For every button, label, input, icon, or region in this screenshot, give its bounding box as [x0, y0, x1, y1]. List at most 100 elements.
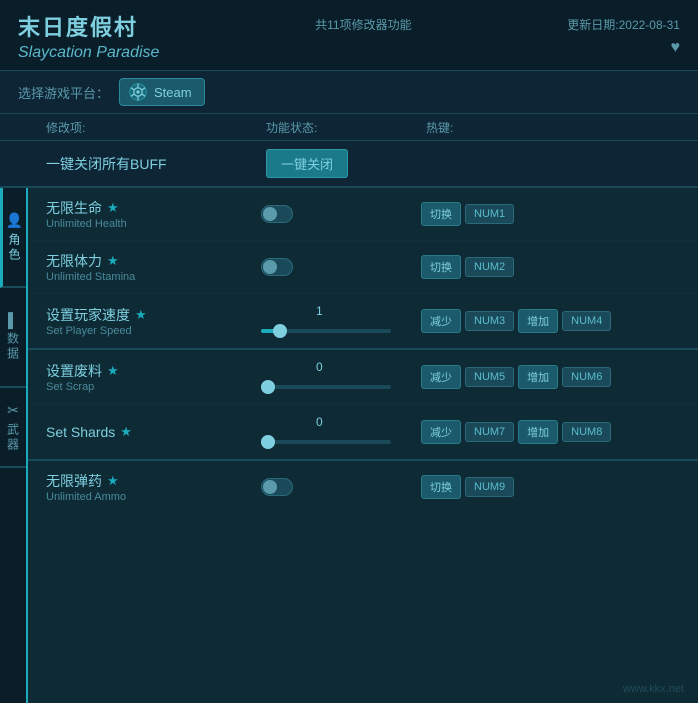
- platform-label: 选择游戏平台：: [18, 83, 109, 102]
- scrap-value: 0: [316, 360, 323, 374]
- shards-num8-btn[interactable]: NUM8: [562, 422, 611, 442]
- shards-value: 0: [316, 415, 323, 429]
- stamina-star-icon: ★: [107, 253, 119, 269]
- mod-ammo-name-cn: 无限弹药 ★: [46, 471, 261, 491]
- scrap-slider[interactable]: [261, 385, 391, 389]
- header-titles: 末日度假村 Slaycation Paradise: [18, 10, 159, 62]
- game-title-cn: 末日度假村: [18, 10, 159, 42]
- mod-row-ammo: 无限弹药 ★ Unlimited Ammo 切换 NUM9: [28, 461, 698, 513]
- col-status-label: 功能状态:: [266, 119, 426, 136]
- steam-label: Steam: [154, 85, 192, 100]
- app-container: 末日度假村 Slaycation Paradise 共11项修改器功能 更新日期…: [0, 0, 698, 703]
- ammo-hotkeys: 切换 NUM9: [421, 475, 680, 499]
- mod-health-name-cn: 无限生命 ★: [46, 198, 261, 218]
- heart-icon[interactable]: ♥: [670, 39, 680, 57]
- speed-slider-container: 1: [261, 304, 421, 338]
- stamina-toggle-knob: [263, 260, 277, 274]
- stamina-num2-btn[interactable]: NUM2: [465, 257, 514, 277]
- data-tab-label: 数据: [5, 332, 22, 362]
- watermark: www.kkx.net: [623, 683, 684, 695]
- mod-scrap-name-cn: 设置废料 ★: [46, 361, 261, 381]
- scrap-increase-btn[interactable]: 增加: [518, 365, 558, 389]
- mod-speed-name-en: Set Player Speed: [46, 325, 261, 337]
- scrap-hotkeys: 减少 NUM5 增加 NUM6: [421, 365, 680, 389]
- shards-decrease-btn[interactable]: 减少: [421, 420, 461, 444]
- sections-wrapper: 👤 角色 ▌ 数据 ✂ 武器 无限生命: [0, 188, 698, 703]
- mod-row-scrap: 设置废料 ★ Set Scrap 0 减少 NUM5 增加 NUM6: [28, 350, 698, 405]
- ammo-toggle-btn[interactable]: 切换: [421, 475, 461, 499]
- health-num1-btn[interactable]: NUM1: [465, 204, 514, 224]
- ammo-toggle[interactable]: [261, 478, 293, 496]
- mod-scrap-name-en: Set Scrap: [46, 381, 261, 393]
- mod-stamina-info: 无限体力 ★ Unlimited Stamina: [46, 251, 261, 283]
- health-star-icon: ★: [107, 200, 119, 216]
- shards-increase-btn[interactable]: 增加: [518, 420, 558, 444]
- health-toggle-btn[interactable]: 切换: [421, 202, 461, 226]
- character-icon: 👤: [6, 212, 23, 229]
- tab-character[interactable]: 👤 角色: [0, 188, 26, 288]
- character-tab-label: 角色: [6, 233, 23, 263]
- update-date: 更新日期:2022-08-31: [567, 16, 680, 33]
- scrap-num6-btn[interactable]: NUM6: [562, 367, 611, 387]
- ammo-num9-btn[interactable]: NUM9: [465, 477, 514, 497]
- mod-row-speed: 设置玩家速度 ★ Set Player Speed 1 减少 NUM3 增加 N…: [28, 294, 698, 348]
- header: 末日度假村 Slaycation Paradise 共11项修改器功能 更新日期…: [0, 0, 698, 71]
- scrap-slider-container: 0: [261, 360, 421, 394]
- health-toggle-knob: [263, 207, 277, 221]
- col-hotkey-label: 热键:: [426, 119, 680, 136]
- speed-slider[interactable]: [261, 329, 391, 333]
- header-meta: 共11项修改器功能: [315, 16, 411, 33]
- stamina-toggle-btn[interactable]: 切换: [421, 255, 461, 279]
- scrap-num5-btn[interactable]: NUM5: [465, 367, 514, 387]
- mod-ammo-name-en: Unlimited Ammo: [46, 491, 261, 503]
- mod-speed-info: 设置玩家速度 ★ Set Player Speed: [46, 305, 261, 337]
- mod-ammo-info: 无限弹药 ★ Unlimited Ammo: [46, 471, 261, 503]
- shards-num7-btn[interactable]: NUM7: [465, 422, 514, 442]
- shards-star-icon: ★: [120, 424, 132, 440]
- scrap-star-icon: ★: [107, 363, 119, 379]
- platform-section: 选择游戏平台： Steam: [0, 71, 698, 114]
- steam-icon: [128, 82, 148, 102]
- col-mod-label: 修改项:: [46, 119, 266, 136]
- ammo-toggle-knob: [263, 480, 277, 494]
- global-control-row: 一键关闭所有BUFF 一键关闭: [0, 141, 698, 188]
- stamina-hotkeys: 切换 NUM2: [421, 255, 680, 279]
- mod-row-health: 无限生命 ★ Unlimited Health 切换 NUM1: [28, 188, 698, 241]
- shards-slider[interactable]: [261, 440, 391, 444]
- ammo-star-icon: ★: [107, 473, 119, 489]
- tab-data[interactable]: ▌ 数据: [0, 288, 26, 388]
- speed-num4-btn[interactable]: NUM4: [562, 311, 611, 331]
- speed-decrease-btn[interactable]: 减少: [421, 309, 461, 333]
- tab-weapon[interactable]: ✂ 武器: [0, 388, 26, 468]
- mod-stamina-name-cn: 无限体力 ★: [46, 251, 261, 271]
- close-all-button[interactable]: 一键关闭: [266, 149, 348, 178]
- scrap-decrease-btn[interactable]: 减少: [421, 365, 461, 389]
- health-toggle[interactable]: [261, 205, 293, 223]
- header-right: 更新日期:2022-08-31 ♥: [567, 10, 680, 57]
- mod-health-info: 无限生命 ★ Unlimited Health: [46, 198, 261, 230]
- speed-star-icon: ★: [135, 307, 147, 323]
- weapon-tab-label: 武器: [5, 423, 22, 453]
- mod-shards-info: Set Shards ★: [46, 424, 261, 440]
- side-tabs: 👤 角色 ▌ 数据 ✂ 武器: [0, 188, 28, 703]
- speed-value: 1: [316, 304, 323, 318]
- steam-button[interactable]: Steam: [119, 78, 205, 106]
- weapon-section: 无限弹药 ★ Unlimited Ammo 切换 NUM9: [28, 461, 698, 513]
- mod-speed-name-cn: 设置玩家速度 ★: [46, 305, 261, 325]
- global-control-label: 一键关闭所有BUFF: [46, 154, 266, 174]
- stamina-toggle[interactable]: [261, 258, 293, 276]
- character-section: 无限生命 ★ Unlimited Health 切换 NUM1: [28, 188, 698, 350]
- shards-slider-container: 0: [261, 415, 421, 449]
- shards-hotkeys: 减少 NUM7 增加 NUM8: [421, 420, 680, 444]
- total-features: 共11项修改器功能: [315, 16, 411, 33]
- content-area: 无限生命 ★ Unlimited Health 切换 NUM1: [28, 188, 698, 703]
- mod-stamina-name-en: Unlimited Stamina: [46, 271, 261, 283]
- speed-increase-btn[interactable]: 增加: [518, 309, 558, 333]
- speed-hotkeys: 减少 NUM3 增加 NUM4: [421, 309, 680, 333]
- weapon-icon: ✂: [7, 402, 19, 419]
- controls-header-row: 修改项: 功能状态: 热键:: [0, 114, 698, 141]
- mod-row-stamina: 无限体力 ★ Unlimited Stamina 切换 NUM2: [28, 241, 698, 294]
- game-title-en: Slaycation Paradise: [18, 44, 159, 62]
- data-icon: ▌: [8, 312, 18, 328]
- speed-num3-btn[interactable]: NUM3: [465, 311, 514, 331]
